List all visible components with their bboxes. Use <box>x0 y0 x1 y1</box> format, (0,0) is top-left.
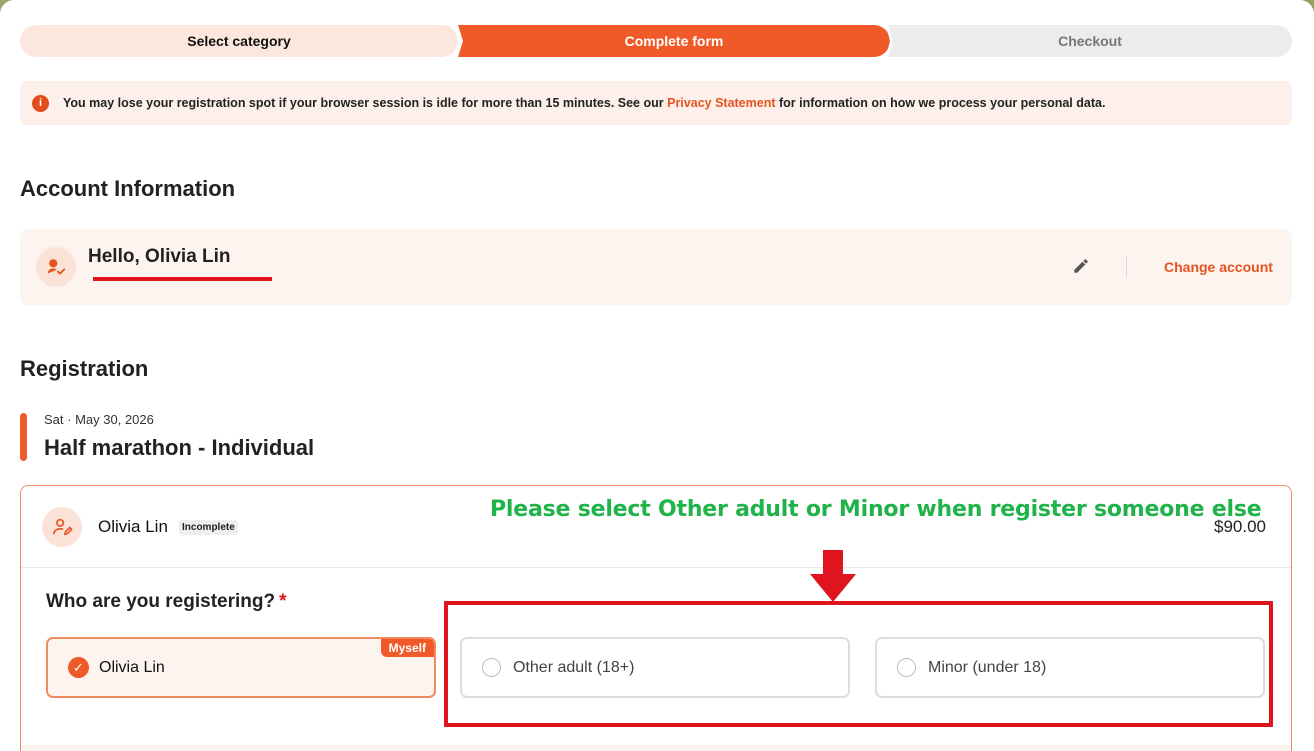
check-circle-icon: ✓ <box>68 657 89 678</box>
annotation-text: Please select Other adult or Minor when … <box>490 497 1262 522</box>
status-badge: Incomplete <box>179 520 238 535</box>
participant-name: Olivia Lin <box>98 517 168 536</box>
greeting: Hello, Olivia Lin <box>88 246 231 267</box>
option-label: Olivia Lin <box>99 658 165 676</box>
change-account-link[interactable]: Change account <box>1164 259 1273 275</box>
session-notice: i You may lose your registration spot if… <box>20 81 1292 125</box>
down-arrow-icon <box>810 550 856 602</box>
who-registering-question: Who are you registering? * <box>46 591 287 613</box>
notice-text-after: for information on how we process your p… <box>778 96 1106 110</box>
option-myself[interactable]: ✓ Olivia Lin Myself <box>46 637 436 698</box>
card-bottom-strip <box>22 745 1290 751</box>
progress-stepper: Select category Complete form Checkout <box>20 25 1292 57</box>
event-title: Half marathon - Individual <box>44 435 315 460</box>
divider <box>1126 256 1127 278</box>
step-checkout: Checkout <box>888 25 1292 57</box>
question-text: Who are you registering? <box>46 591 276 612</box>
registration-page: Select category Complete form Checkout i… <box>0 0 1314 751</box>
user-edit-icon <box>42 507 82 547</box>
step-complete-form: Complete form <box>458 25 890 57</box>
annotation-highlight-box <box>444 601 1273 727</box>
step-select-category[interactable]: Select category <box>20 25 458 57</box>
user-check-icon <box>36 247 76 287</box>
pencil-icon[interactable] <box>1072 257 1092 277</box>
event-accent-bar <box>20 413 27 461</box>
info-icon: i <box>32 94 49 112</box>
notice-text-before: You may lose your registration spot if y… <box>63 96 664 110</box>
account-card: Hello, Olivia Lin Change account <box>20 229 1292 305</box>
account-heading: Account Information <box>20 176 236 201</box>
myself-tag: Myself <box>380 639 434 657</box>
annotation-underline <box>93 277 272 281</box>
privacy-statement-link[interactable]: Privacy Statement <box>667 96 775 110</box>
required-marker: * <box>279 591 287 612</box>
event-date: Sat · May 30, 2026 <box>44 412 154 427</box>
registration-heading: Registration <box>20 356 149 381</box>
